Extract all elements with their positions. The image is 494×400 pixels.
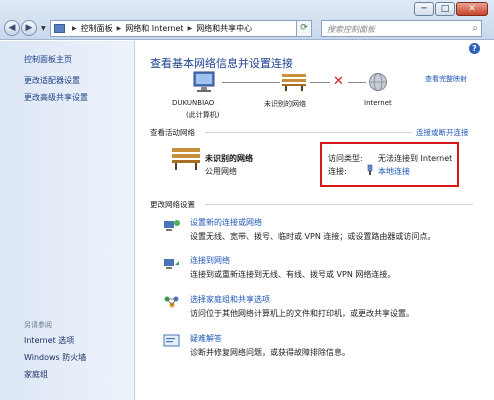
troubleshoot-link[interactable]: 疑难解答	[190, 333, 222, 344]
bench-icon	[282, 74, 306, 91]
map-connector-line	[222, 82, 280, 83]
homegroup-sharing-link[interactable]: 选择家庭组和共享选项	[190, 294, 270, 305]
close-icon: ✕	[468, 4, 476, 14]
maximize-button[interactable]: □	[435, 2, 455, 16]
active-networks-label: 查看活动网络	[150, 128, 195, 137]
breadcrumb-control-panel[interactable]: 控制面板	[81, 23, 113, 34]
no-connection-x-icon: ✕	[333, 74, 344, 89]
connect-network-desc: 连接到或重新连接到无线、有线、拨号或 VPN 网络连接。	[190, 270, 396, 279]
setup-connection-link[interactable]: 设置新的连接或网络	[190, 217, 262, 228]
ethernet-icon	[367, 164, 373, 175]
forward-button[interactable]: ▶	[21, 20, 37, 36]
globe-icon	[369, 73, 387, 91]
minimize-icon: ─	[421, 4, 427, 14]
map-computer-name: DUKUNBIAO	[172, 99, 215, 107]
new-connection-icon	[164, 220, 180, 231]
breadcrumb-network-internet[interactable]: 网络和 Internet	[125, 23, 183, 34]
access-type-key: 访问类型:	[328, 154, 363, 163]
minimize-button[interactable]: ─	[414, 2, 434, 16]
connect-network-link[interactable]: 连接到网络	[190, 255, 230, 266]
homegroup-sharing-desc: 访问位于其他网络计算机上的文件和打印机，或更改共享设置。	[190, 309, 414, 318]
back-button[interactable]: ◀	[4, 20, 20, 36]
close-button[interactable]: ✕	[456, 2, 488, 16]
breadcrumb-separator-icon: ▶	[116, 25, 122, 32]
page-title: 查看基本网络信息并设置连接	[150, 57, 293, 70]
highlight-box	[320, 142, 459, 187]
help-icon[interactable]: ?	[469, 43, 480, 54]
address-bar[interactable]: ▶ 控制面板 ▶ 网络和 Internet ▶ 网络和共享中心 ▼	[50, 20, 312, 37]
map-internet-label: Internet	[364, 99, 392, 107]
network-type: 公用网络	[205, 167, 237, 176]
title-bar: ─ □ ✕ ◀ ▶ ▼ ▶ 控制面板 ▶ 网络和 Internet ▶ 网络和共…	[0, 0, 494, 40]
forward-arrow-icon: ▶	[25, 23, 33, 33]
breadcrumb-separator-icon: ▶	[72, 25, 77, 32]
breadcrumb-separator-icon: ▶	[187, 25, 193, 32]
map-computer-sub: (此计算机)	[186, 111, 220, 119]
access-type-value: 无法连接到 Internet	[378, 154, 453, 163]
search-input[interactable]: 搜索控制面板	[327, 24, 375, 35]
back-arrow-icon: ◀	[8, 23, 16, 33]
recent-pages-dropdown[interactable]: ▼	[41, 25, 46, 32]
connections-key: 连接:	[328, 167, 347, 176]
sidebar-item-homegroup[interactable]: 家庭组	[24, 369, 48, 380]
network-name: 未识别的网络	[205, 154, 253, 163]
section-divider	[205, 204, 473, 205]
computer-icon	[193, 71, 215, 92]
sidebar-item-change-adapter-settings[interactable]: 更改适配器设置	[24, 75, 80, 86]
connect-network-icon	[164, 259, 179, 269]
homegroup-sharing-icon	[164, 296, 179, 308]
see-also-heading: 另请参阅	[24, 321, 52, 329]
network-bench-icon	[172, 148, 200, 170]
sidebar-item-windows-firewall[interactable]: Windows 防火墙	[24, 352, 86, 363]
search-box[interactable]: 搜索控制面板 ⌕	[321, 20, 482, 37]
troubleshoot-icon	[163, 334, 180, 347]
control-panel-icon	[54, 24, 65, 33]
breadcrumb-network-sharing-center[interactable]: 网络和共享中心	[196, 23, 252, 34]
troubleshoot-desc: 诊断并修复网络问题，或获得故障排除信息。	[190, 348, 350, 357]
sidebar: 控制面板主页 更改适配器设置 更改高级共享设置 另请参阅 Internet 选项…	[0, 41, 135, 400]
refresh-button[interactable]: ⟳	[296, 20, 312, 37]
setup-connection-desc: 设置无线、宽带、拨号、临时或 VPN 连接；或设置路由器或访问点。	[190, 232, 436, 241]
search-icon[interactable]: ⌕	[472, 23, 478, 34]
sidebar-item-advanced-sharing-settings[interactable]: 更改高级共享设置	[24, 92, 88, 103]
full-map-link[interactable]: 查看完整映射	[425, 74, 467, 84]
map-network-label: 未识别的网络	[264, 100, 306, 108]
change-settings-label: 更改网络设置	[150, 200, 195, 209]
section-divider	[205, 132, 413, 133]
sidebar-item-control-panel-home[interactable]: 控制面板主页	[24, 54, 72, 65]
refresh-icon: ⟳	[300, 23, 308, 33]
connect-disconnect-link[interactable]: 连接或断开连接	[416, 127, 469, 138]
map-connector-line	[310, 82, 330, 83]
map-connector-line	[348, 82, 366, 83]
maximize-icon: □	[440, 4, 450, 14]
sidebar-item-internet-options[interactable]: Internet 选项	[24, 335, 74, 346]
window-controls: ─ □ ✕	[413, 2, 488, 16]
local-connection-link[interactable]: 本地连接	[378, 166, 410, 177]
